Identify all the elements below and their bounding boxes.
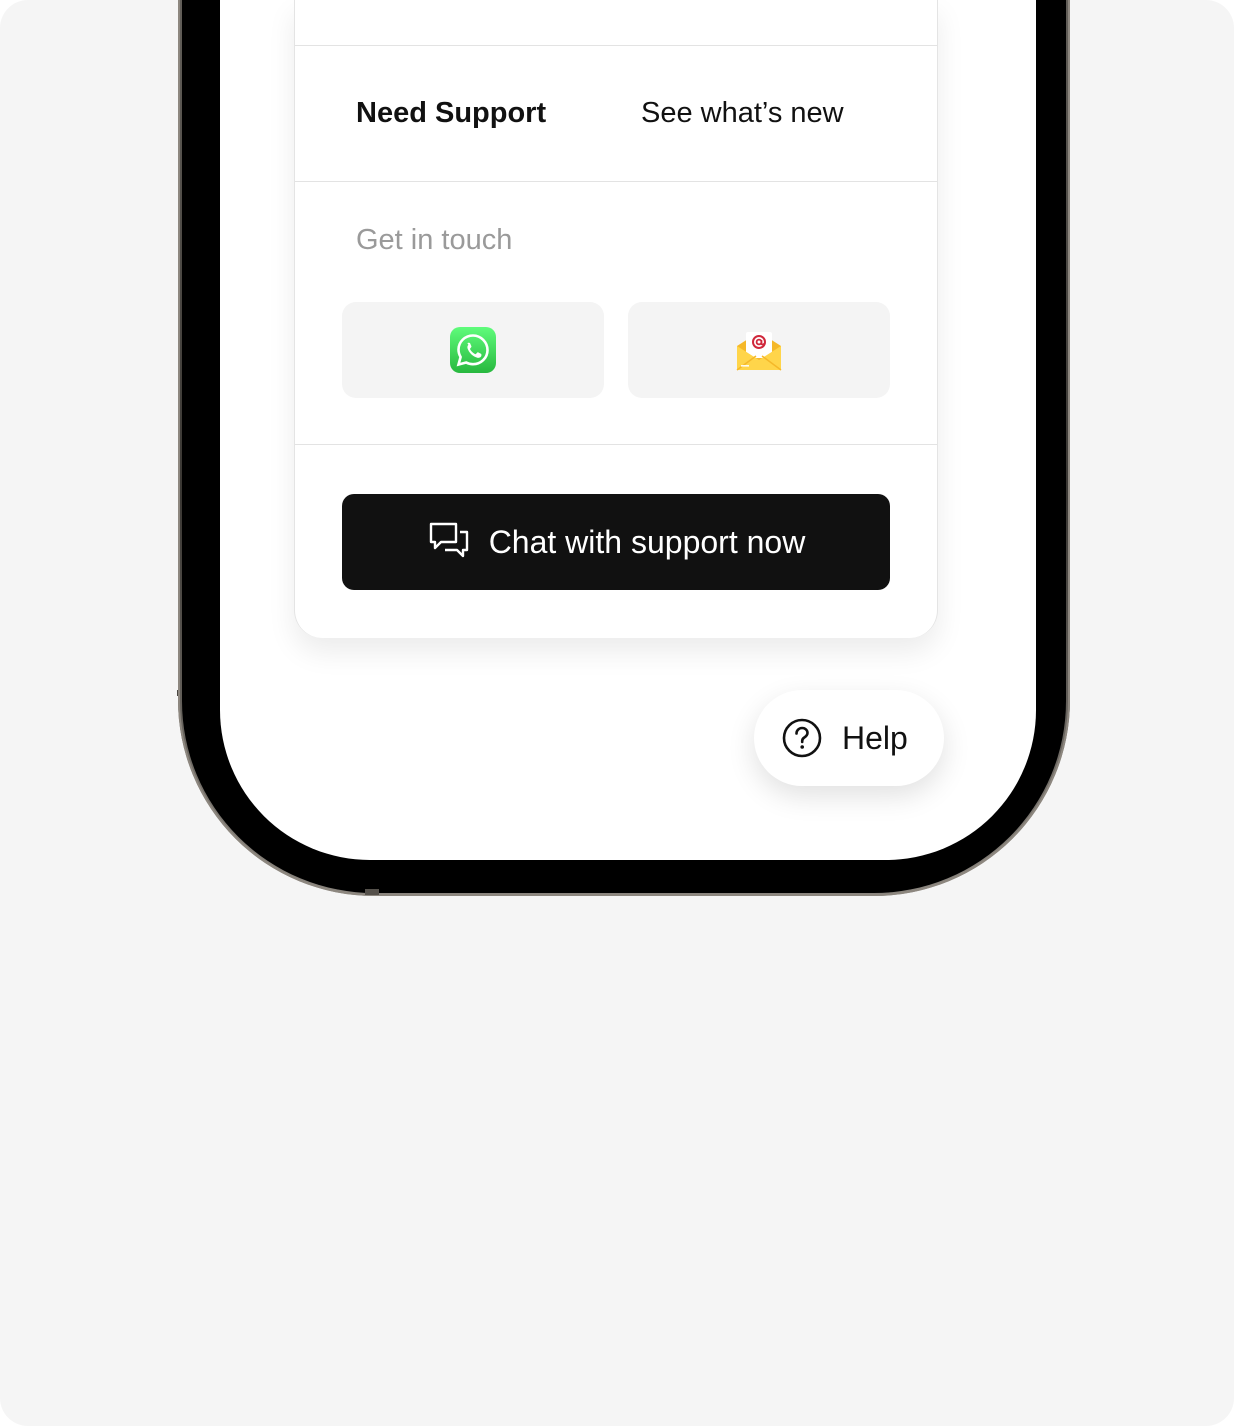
chat-bubbles-icon: [427, 520, 471, 564]
support-card-content: Need Support See what’s new Get in touch: [294, 0, 938, 638]
phone-bottom-detail: [365, 889, 379, 895]
whatsapp-icon: [449, 326, 497, 374]
help-button[interactable]: Help: [754, 690, 944, 786]
tab-see-whats-new[interactable]: See what’s new: [641, 45, 844, 181]
email-envelope-icon: [734, 326, 784, 374]
page-background: Need Support See what’s new Get in touch: [0, 0, 1234, 1426]
divider: [295, 444, 937, 445]
get-in-touch-label: Get in touch: [356, 224, 513, 256]
chat-with-support-button[interactable]: Chat with support now: [342, 494, 890, 590]
whatsapp-contact-button[interactable]: [342, 302, 604, 398]
help-label: Help: [842, 719, 908, 756]
tab-need-support[interactable]: Need Support: [356, 45, 546, 181]
email-contact-button[interactable]: [628, 302, 890, 398]
chat-button-label: Chat with support now: [488, 523, 806, 560]
question-circle-icon: [782, 718, 822, 758]
divider: [295, 181, 937, 182]
